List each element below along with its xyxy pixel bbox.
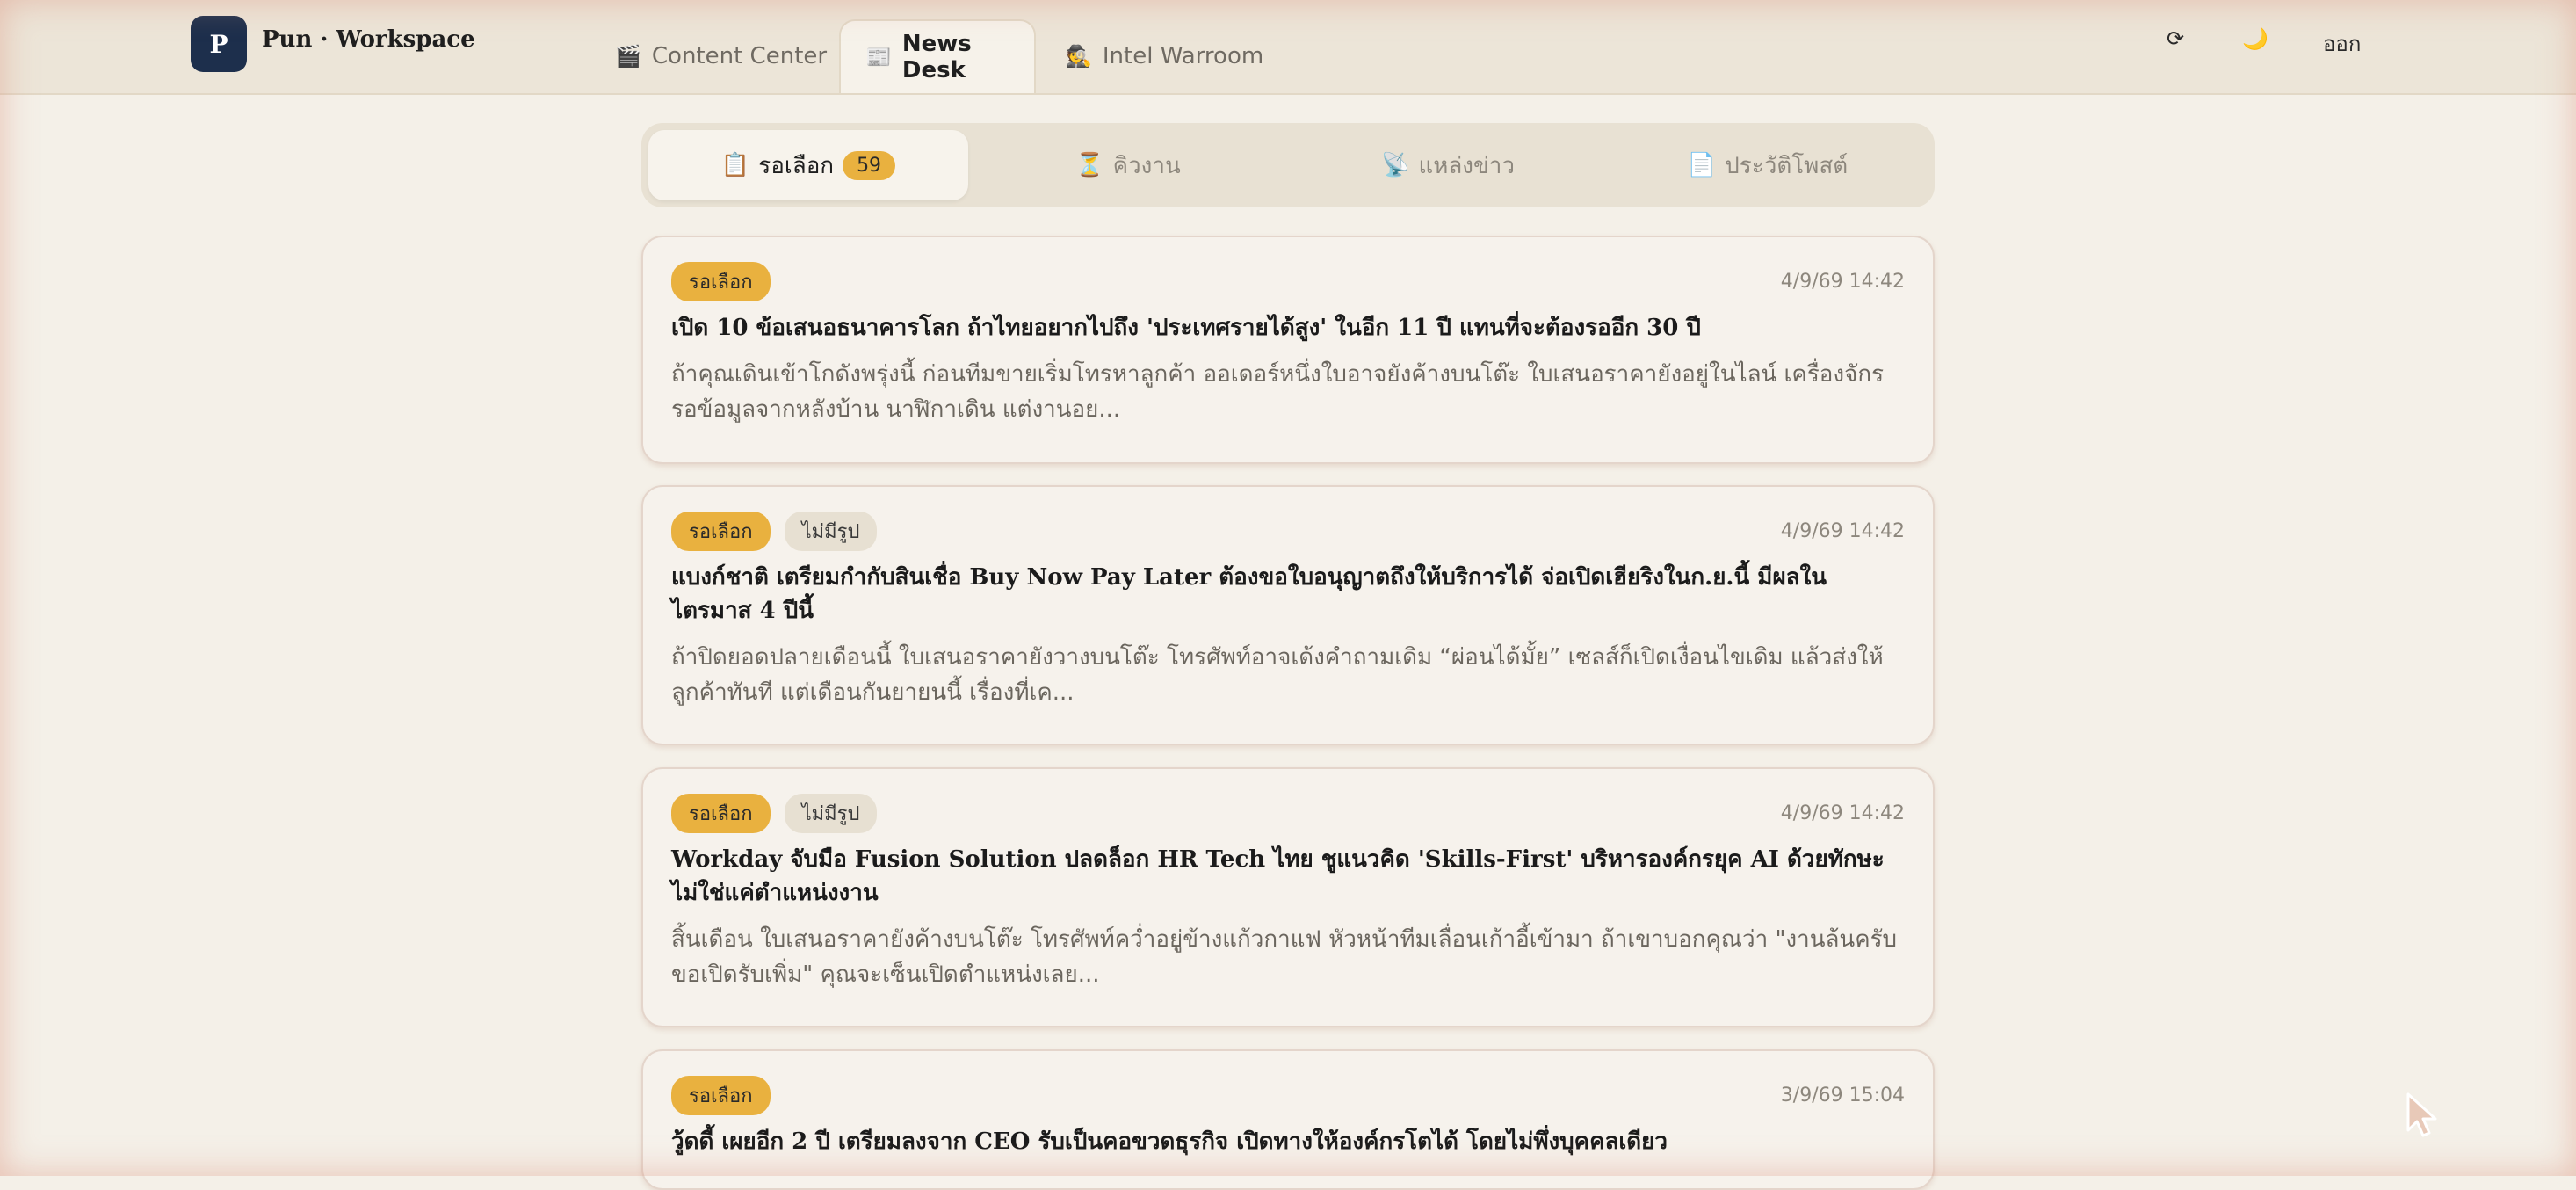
subtab-sources[interactable]: 📡 แหล่งข่าว — [1288, 130, 1608, 200]
status-badge: รอเลือก — [671, 261, 771, 301]
document-icon: 📄 — [1687, 152, 1717, 178]
status-badge: รอเลือก — [671, 793, 771, 833]
card-badges: รอเลือก — [671, 1075, 1905, 1115]
tab-intel-warroom[interactable]: 🕵 Intel Warroom — [1041, 19, 1288, 93]
subtab-label: ประวัติโพสต์ — [1725, 152, 1849, 179]
moon-icon[interactable]: 🌙 — [2242, 26, 2268, 51]
subtab-label: รอเลือก — [758, 152, 835, 179]
subtab-post-history[interactable]: 📄 ประวัติโพสต์ — [1608, 130, 1928, 200]
satellite-icon: 📡 — [1381, 152, 1410, 178]
news-subtabs: 📋 รอเลือก 59 ⏳ คิวงาน 📡 แหล่งข่าว 📄 ประว… — [641, 123, 1935, 207]
refresh-icon[interactable]: ⟳ — [2167, 26, 2184, 51]
clipboard-icon: 📋 — [720, 152, 750, 178]
workspace-logo[interactable]: P — [191, 16, 247, 72]
card-badges: รอเลือก — [671, 261, 1905, 301]
news-card[interactable]: รอเลือก 4/9/69 14:42 เปิด 10 ข้อเสนอธนาค… — [641, 236, 1935, 464]
card-title: Workday จับมือ Fusion Solution ปลดล็อก H… — [671, 846, 1885, 906]
card-date: 4/9/69 14:42 — [1780, 271, 1905, 293]
news-card[interactable]: รอเลือก ไม่มีรูป 4/9/69 14:42 Workday จั… — [641, 767, 1935, 1027]
hourglass-icon: ⏳ — [1075, 152, 1104, 178]
card-excerpt: สิ้นเดือน ใบเสนอราคายังค้างบนโต๊ะ โทรศัพ… — [671, 926, 1898, 988]
detective-icon: 🕵 — [1066, 44, 1092, 69]
card-badges: รอเลือก ไม่มีรูป — [671, 793, 1905, 833]
status-badge: รอเลือก — [671, 1075, 771, 1115]
tab-news-desk[interactable]: 📰 News Desk — [839, 19, 1036, 93]
tab-label: Content Center — [651, 43, 828, 69]
tab-label: Intel Warroom — [1102, 43, 1264, 69]
no-image-badge: ไม่มีรูป — [784, 511, 878, 551]
card-badges: รอเลือก ไม่มีรูป — [671, 511, 1905, 551]
card-title: เปิด 10 ข้อเสนอธนาคารโลก ถ้าไทยอยากไปถึง… — [671, 315, 1701, 341]
subtab-label: คิวงาน — [1112, 152, 1181, 179]
clapperboard-icon: 🎬 — [615, 44, 641, 69]
subtab-queue[interactable]: ⏳ คิวงาน — [968, 130, 1288, 200]
status-badge: รอเลือก — [671, 511, 771, 551]
tab-content-center[interactable]: 🎬 Content Center — [590, 19, 851, 93]
card-title: แบงก์ชาติ เตรียมกำกับสินเชื่อ Buy Now Pa… — [671, 564, 1827, 624]
tab-label: News Desk — [901, 31, 972, 83]
card-excerpt: ถ้าปิดยอดปลายเดือนนี้ ใบเสนอราคายังวางบน… — [671, 644, 1884, 706]
mouse-cursor-icon — [2406, 1092, 2437, 1137]
news-card[interactable]: รอเลือก ไม่มีรูป 4/9/69 14:42 แบงก์ชาติ … — [641, 485, 1935, 745]
logout-button[interactable]: ออก — [2323, 26, 2361, 61]
pending-count-badge: 59 — [843, 150, 896, 180]
newspaper-icon: 📰 — [865, 45, 892, 69]
news-card[interactable]: รอเลือก 3/9/69 15:04 วู้ดดี้ เผยอีก 2 ปี… — [641, 1049, 1935, 1190]
no-image-badge: ไม่มีรูป — [784, 793, 878, 833]
subtab-label: แหล่งข่าว — [1418, 152, 1515, 179]
workspace-title: Pun · Workspace — [262, 26, 475, 53]
card-date: 4/9/69 14:42 — [1780, 520, 1905, 542]
subtab-pending[interactable]: 📋 รอเลือก 59 — [648, 130, 968, 200]
card-title: วู้ดดี้ เผยอีก 2 ปี เตรียมลงจาก CEO รับเ… — [671, 1128, 1668, 1155]
card-excerpt: ถ้าคุณเดินเข้าโกดังพรุ่งนี้ ก่อนทีมขายเร… — [671, 361, 1885, 423]
top-bar: P Pun · Workspace 🎬 Content Center 📰 New… — [0, 0, 2576, 95]
card-date: 3/9/69 15:04 — [1780, 1085, 1905, 1107]
card-date: 4/9/69 14:42 — [1780, 802, 1905, 824]
